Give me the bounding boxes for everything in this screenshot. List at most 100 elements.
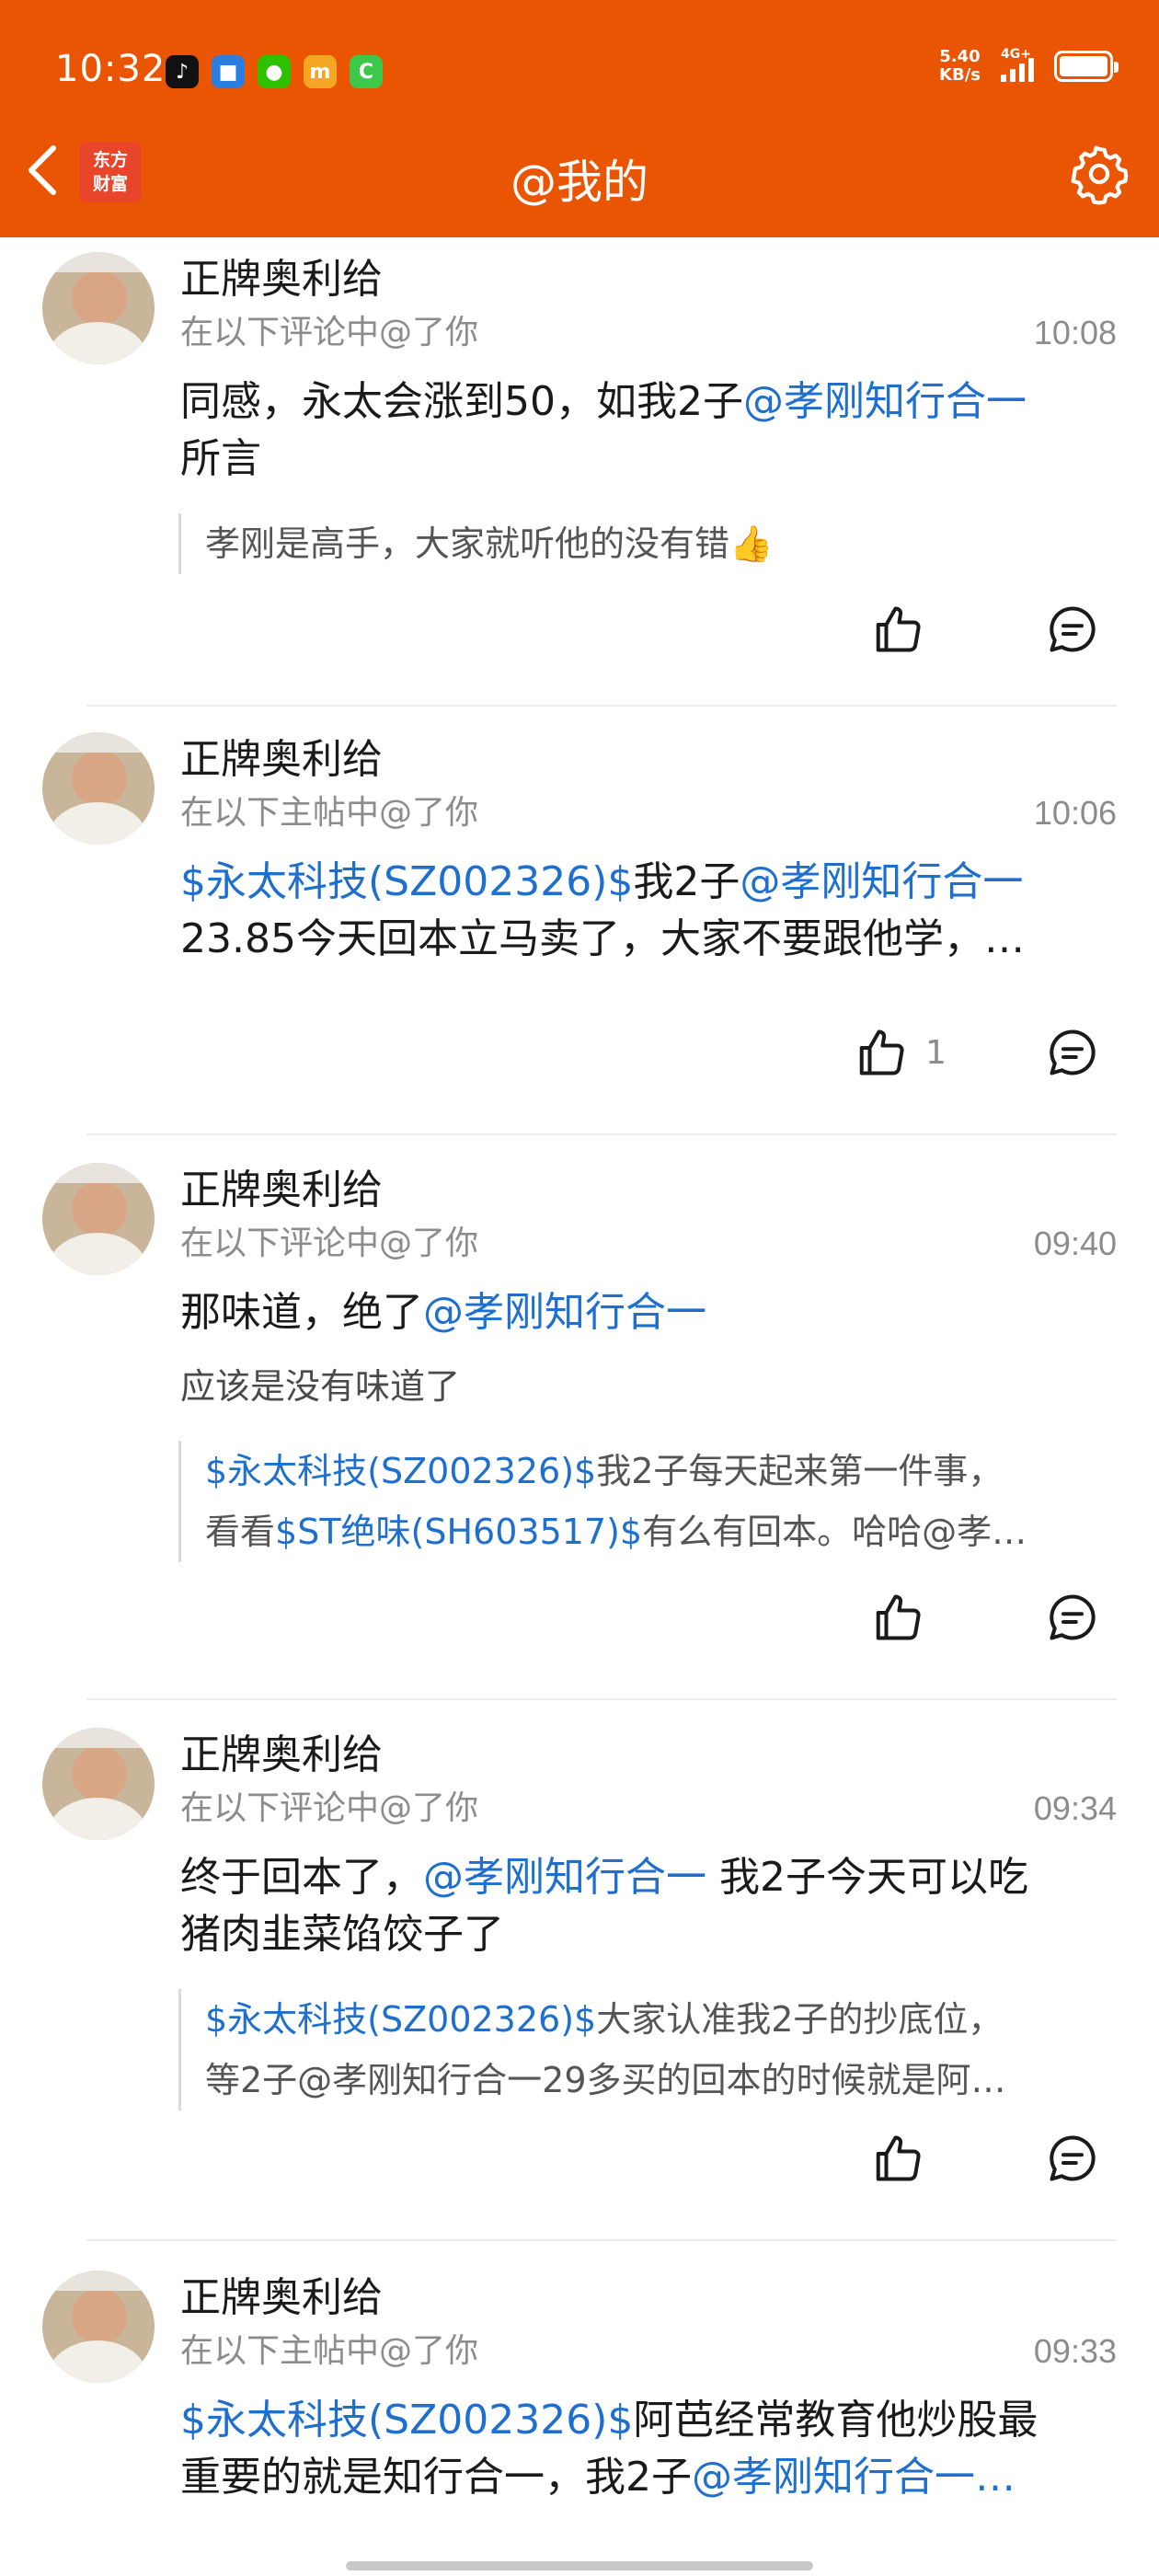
like-button[interactable] — [870, 1590, 925, 1645]
comment-body[interactable]: 那味道，绝了@孝刚知行合一 — [180, 1284, 1117, 1341]
body-text: 我2子今天可以吃 — [706, 1854, 1028, 1901]
quote-text: 等2子@孝刚知行合一29多买的回本的时候就是阿… — [205, 2060, 1006, 2100]
divider — [86, 705, 1117, 707]
body-text: 猪肉韭菜馅饺子了 — [180, 1911, 504, 1958]
mention-link[interactable]: @孝刚知行合一 — [740, 858, 1023, 905]
post-body[interactable]: $永太科技(SZ002326)$阿芭经常教育他炒股最 重要的就是知行合一，我2子… — [180, 2392, 1117, 2506]
mention-context: 在以下主帖中@了你 — [180, 794, 479, 832]
page-title: @我的 — [511, 155, 648, 209]
quoted-content[interactable]: $永太科技(SZ002326)$我2子每天起来第一件事， 看看$ST绝味(SH6… — [178, 1441, 1117, 1562]
tiktok-icon: ♪ — [166, 55, 199, 88]
status-right: 5.40 KB/s 4G+ — [939, 47, 1119, 85]
timestamp: 10:06 — [1033, 794, 1117, 832]
body-text: 我2子 — [633, 858, 740, 905]
reply-button[interactable] — [1045, 2131, 1100, 2186]
user-name[interactable]: 正牌奥利给 — [180, 1728, 383, 1783]
body-text: 那味道，绝了 — [180, 1289, 423, 1336]
divider — [86, 1698, 1117, 1700]
thumbs-up-icon — [859, 1029, 904, 1075]
body-text: 阿芭经常教育他炒股最 — [633, 2397, 1039, 2444]
gear-icon — [1071, 145, 1129, 205]
settings-button[interactable] — [1063, 138, 1135, 210]
app-icon: ■ — [212, 55, 245, 88]
mention-link[interactable]: @孝刚知行合一 — [423, 1854, 706, 1901]
stock-link[interactable]: $永太科技(SZ002326)$ — [205, 1451, 596, 1491]
stock-link[interactable]: $永太科技(SZ002326)$ — [205, 1999, 596, 2040]
mention-item[interactable]: 正牌奥利给 在以下主帖中@了你 09:33 $永太科技(SZ002326)$阿芭… — [0, 2256, 1159, 2576]
signal-icon: 4G+ — [1001, 47, 1034, 82]
divider — [86, 2239, 1117, 2241]
mention-item[interactable]: 正牌奥利给 在以下评论中@了你 09:34 终于回本了，@孝刚知行合一 我2子今… — [0, 1713, 1159, 2247]
status-time: 10:32 — [55, 48, 166, 90]
home-indicator[interactable] — [346, 2561, 813, 2570]
avatar[interactable] — [42, 1728, 155, 1840]
user-name[interactable]: 正牌奥利给 — [180, 252, 383, 307]
like-button[interactable] — [870, 2131, 925, 2186]
reply-button[interactable] — [1045, 602, 1100, 657]
timestamp: 10:08 — [1033, 314, 1117, 351]
post-body[interactable]: $永太科技(SZ002326)$我2子@孝刚知行合一 23.85今天回本立马卖了… — [180, 854, 1117, 968]
speed-unit: KB/s — [939, 65, 981, 85]
quote-text: 大家认准我2子的抄底位， — [596, 1999, 1004, 2040]
body-text: 同感，永太会涨到50，如我2子 — [180, 378, 743, 425]
mention-link[interactable]: @孝刚知行合一… — [692, 2454, 1016, 2501]
avatar[interactable] — [42, 2271, 155, 2383]
timestamp: 09:40 — [1033, 1225, 1117, 1262]
comment-body[interactable]: 同感，永太会涨到50，如我2子@孝刚知行合一 所言 — [180, 374, 1117, 488]
comment-icon — [1050, 1594, 1096, 1640]
user-name[interactable]: 正牌奥利给 — [180, 2271, 383, 2326]
body-text: 23.85今天回本立马卖了，大家不要跟他学，… — [180, 915, 1025, 962]
stock-link[interactable]: $ST绝味(SH603517)$ — [275, 1512, 642, 1552]
quoted-content[interactable]: $永太科技(SZ002326)$大家认准我2子的抄底位， 等2子@孝刚知行合一2… — [178, 1989, 1117, 2110]
app-header: 10:32 ♪ ■ ● m C 5.40 KB/s 4G+ 东方 财富 @我的 — [0, 0, 1159, 237]
mention-context: 在以下主帖中@了你 — [180, 2332, 479, 2370]
comment-icon — [1050, 606, 1096, 652]
mention-item[interactable]: 正牌奥利给 在以下主帖中@了你 10:06 $永太科技(SZ002326)$我2… — [0, 718, 1159, 1150]
comment-icon — [1050, 2135, 1096, 2181]
avatar[interactable] — [42, 252, 155, 364]
like-button[interactable]: 1 — [854, 1025, 947, 1080]
mention-link[interactable]: @孝刚知行合一 — [423, 1289, 706, 1336]
reply-button[interactable] — [1045, 1590, 1100, 1645]
mention-context: 在以下评论中@了你 — [180, 314, 479, 351]
mention-item[interactable]: 正牌奥利给 在以下评论中@了你 09:40 那味道，绝了@孝刚知行合一 应该是没… — [0, 1148, 1159, 1700]
stock-link[interactable]: $永太科技(SZ002326)$ — [180, 858, 633, 905]
mention-context: 在以下评论中@了你 — [180, 1789, 479, 1827]
reply-button[interactable] — [1045, 1025, 1100, 1080]
thumbs-up-icon — [876, 2135, 921, 2181]
wechat-icon: ● — [258, 55, 291, 88]
c-app-icon: C — [350, 55, 383, 88]
mention-feed[interactable]: 正牌奥利给 在以下评论中@了你 10:08 同感，永太会涨到50，如我2子@孝刚… — [0, 237, 1159, 2576]
battery-icon — [1054, 51, 1119, 82]
quote-text: 有么有回本。哈哈@孝… — [642, 1512, 1027, 1552]
timestamp: 09:34 — [1033, 1789, 1117, 1827]
body-text: 终于回本了， — [180, 1854, 423, 1901]
like-count: 1 — [925, 1033, 947, 1072]
network-speed: 5.40 KB/s — [939, 48, 981, 85]
status-app-icons: ♪ ■ ● m C — [166, 55, 383, 88]
quote-text: 看看 — [205, 1512, 276, 1552]
quoted-content[interactable]: 孝刚是高手，大家就听他的没有错👍 — [178, 513, 1117, 574]
thumbs-up-icon — [876, 1594, 921, 1640]
user-name[interactable]: 正牌奥利给 — [180, 732, 383, 788]
divider — [86, 1133, 1117, 1135]
thumbs-up-icon — [876, 606, 921, 652]
m-app-icon: m — [304, 55, 337, 88]
body-text: 重要的就是知行合一，我2子 — [180, 2454, 692, 2501]
like-button[interactable] — [870, 602, 925, 657]
mention-link[interactable]: @孝刚知行合一 — [743, 378, 1027, 425]
comment-body[interactable]: 终于回本了，@孝刚知行合一 我2子今天可以吃 猪肉韭菜馅饺子了 — [180, 1849, 1117, 1963]
mention-item[interactable]: 正牌奥利给 在以下评论中@了你 10:08 同感，永太会涨到50，如我2子@孝刚… — [0, 237, 1159, 707]
speed-value: 5.40 — [939, 47, 981, 66]
timestamp: 09:33 — [1033, 2332, 1117, 2370]
user-name[interactable]: 正牌奥利给 — [180, 1163, 383, 1218]
quote-text: 孝刚是高手，大家就听他的没有错👍 — [205, 523, 774, 564]
avatar[interactable] — [42, 1163, 155, 1275]
stock-link[interactable]: $永太科技(SZ002326)$ — [180, 2397, 633, 2444]
reply-text: 应该是没有味道了 — [180, 1366, 461, 1407]
quote-text: 我2子每天起来第一件事， — [596, 1451, 1004, 1491]
avatar[interactable] — [42, 732, 155, 845]
network-type: 4G+ — [1001, 47, 1031, 62]
mention-context: 在以下评论中@了你 — [180, 1225, 479, 1262]
body-text: 所言 — [180, 435, 261, 482]
